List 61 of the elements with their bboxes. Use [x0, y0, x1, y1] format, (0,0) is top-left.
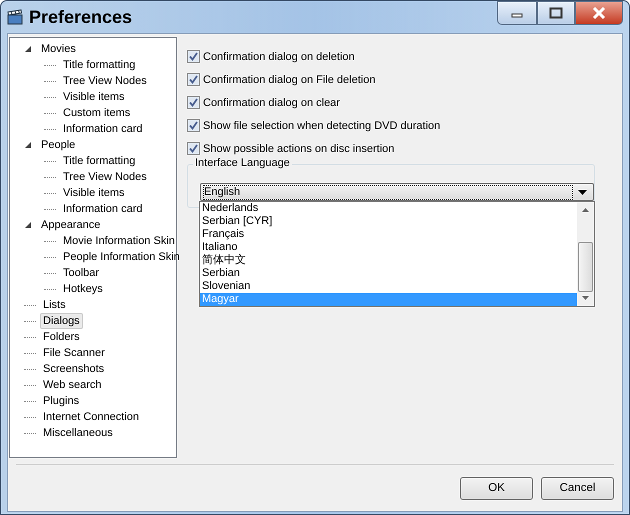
checkbox-label: Show file selection when detecting DVD duration [203, 120, 440, 132]
dropdown-arrow-icon [578, 190, 587, 194]
tree-item[interactable]: Information card [60, 201, 146, 217]
clapperboard-icon [7, 9, 23, 25]
checkbox-label: Confirmation dialog on clear [203, 96, 340, 108]
tree-item[interactable]: Plugins [40, 393, 82, 409]
tree-item[interactable]: People Information Skin [60, 249, 183, 265]
dialog-button[interactable]: Cancel [541, 476, 614, 500]
tree-item[interactable]: Miscellaneous [40, 425, 116, 441]
tree-item[interactable]: Custom items [60, 105, 134, 121]
checkbox-label: Confirmation dialog on deletion [203, 50, 355, 62]
tree-item[interactable]: Title formatting [60, 153, 138, 169]
maximize-button[interactable] [537, 1, 575, 25]
checkbox-label: Confirmation dialog on File deletion [203, 74, 376, 86]
collapse-icon[interactable] [24, 141, 32, 149]
language-dropdown[interactable]: English [200, 183, 594, 201]
tree-item[interactable]: Visible items [60, 89, 128, 105]
collapse-icon[interactable] [24, 45, 32, 53]
dropdown-option[interactable]: Slovenian [200, 280, 577, 293]
checkbox[interactable] [187, 50, 200, 63]
tree-item[interactable]: Tree View Nodes [60, 169, 150, 185]
group-title: Interface Language [193, 157, 292, 169]
tree-item[interactable]: Web search [40, 377, 104, 393]
checkbox-label: Show possible actions on disc insertion [203, 142, 394, 154]
dropdown-option[interactable]: Français [200, 228, 577, 241]
maximize-icon [549, 7, 563, 19]
checkbox[interactable] [187, 73, 200, 86]
scroll-down-icon[interactable] [582, 296, 589, 300]
close-icon [591, 7, 607, 19]
tree-item[interactable]: Information card [60, 121, 146, 137]
collapse-icon[interactable] [24, 221, 32, 229]
minimize-button[interactable] [497, 1, 537, 25]
tree-item[interactable]: Tree View Nodes [60, 73, 150, 89]
close-button[interactable] [575, 1, 623, 25]
dropdown-option[interactable]: Nederlands [200, 202, 577, 215]
dropdown-option[interactable]: Serbian [CYR] [200, 215, 577, 228]
scroll-up-icon[interactable] [582, 208, 589, 212]
checkbox[interactable] [187, 96, 200, 109]
dropdown-option[interactable]: Serbian [200, 267, 577, 280]
dialog-button[interactable]: OK [460, 476, 533, 500]
tree-item[interactable]: People [38, 137, 78, 153]
scrollbar-thumb[interactable] [578, 242, 593, 292]
tree-item[interactable]: Visible items [60, 185, 128, 201]
tree-item[interactable]: Movie Information Skin [60, 233, 178, 249]
tree-item[interactable]: Appearance [38, 217, 104, 233]
dropdown-option[interactable]: 简体中文 [200, 254, 577, 267]
tree-item[interactable]: Title formatting [60, 57, 138, 73]
tree-item[interactable]: Movies [38, 41, 79, 57]
dropdown-option[interactable]: Italiano [200, 241, 577, 254]
tree-item[interactable]: Dialogs [40, 313, 83, 329]
tree-item[interactable]: Internet Connection [40, 409, 142, 425]
checkbox[interactable] [187, 142, 200, 155]
tree-item[interactable]: Folders [40, 329, 83, 345]
checkbox[interactable] [187, 119, 200, 132]
tree-item[interactable]: File Scanner [40, 345, 108, 361]
tree-item[interactable]: Screenshots [40, 361, 108, 377]
tree-item[interactable]: Hotkeys [60, 281, 106, 297]
scrollbar[interactable] [577, 202, 594, 306]
tree-item[interactable]: Toolbar [60, 265, 102, 281]
window-title: Preferences [29, 6, 132, 28]
tree-item[interactable]: Lists [40, 297, 69, 313]
